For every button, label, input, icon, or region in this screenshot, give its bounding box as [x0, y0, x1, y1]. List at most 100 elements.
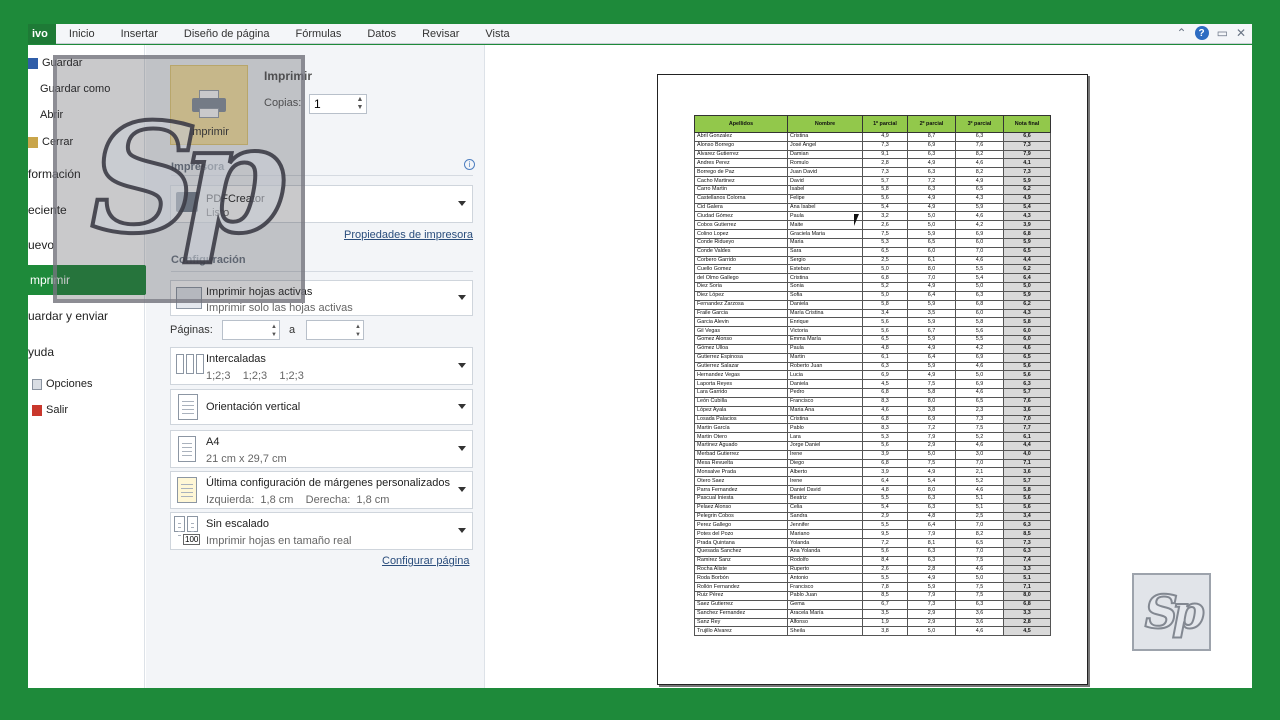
- table-cell: 3,2: [862, 211, 908, 222]
- tab-formulas[interactable]: Fórmulas: [283, 28, 355, 40]
- table-cell: 7,9: [1003, 149, 1051, 160]
- table-cell: 5,2: [955, 432, 1004, 442]
- scaling-icon: 100: [174, 516, 202, 548]
- table-cell: 2,5: [862, 255, 908, 266]
- table-cell: 6,5: [1003, 352, 1051, 363]
- table-cell: Trujillo Alvarez: [694, 626, 788, 637]
- table-cell: 5,6: [1003, 361, 1051, 372]
- table-row: Fraile Garcia María Cristina 3,4 3,5 6,0 4,3: [694, 308, 1051, 319]
- table-cell: José Angel: [787, 140, 863, 151]
- table-cell: Maite: [787, 220, 863, 231]
- table-cell: 5,2: [862, 282, 908, 292]
- nav-ayuda[interactable]: yuda: [28, 345, 54, 359]
- paper-size-dropdown[interactable]: A4 21 cm x 29,7 cm: [170, 430, 473, 468]
- table-cell: 5,9: [907, 361, 956, 372]
- table-cell: 5,9: [955, 202, 1004, 213]
- collate-dropdown[interactable]: Intercaladas 1;2;3 1;2;3 1;2;3: [170, 347, 473, 385]
- tab-archivo[interactable]: ivo: [28, 23, 56, 44]
- table-row: Gil Vegas Victoria 5,6 6,7 5,6 6,0: [694, 326, 1051, 337]
- table-cell: 5,7: [1003, 388, 1051, 398]
- table-cell: 6,8: [1003, 229, 1051, 239]
- collapse-ribbon-icon[interactable]: ⌃: [1177, 26, 1187, 40]
- table-row: Gomez Alonso Emma María 6,5 5,9 5,5 6,0: [694, 335, 1051, 345]
- info-icon[interactable]: i: [464, 159, 475, 170]
- margins-dropdown[interactable]: Última configuración de márgenes persona…: [170, 471, 473, 509]
- copies-spinner[interactable]: ▲ ▼: [353, 94, 367, 114]
- table-cell: 7,3: [1003, 538, 1051, 548]
- table-cell: 5,1: [1003, 573, 1051, 584]
- table-cell: 5,5: [862, 520, 908, 531]
- table-row: López Ayala Maria Ana 4,6 3,8 2,3 3,6: [694, 405, 1051, 416]
- table-cell: 5,4: [862, 202, 908, 213]
- table-cell: 8,0: [907, 485, 956, 495]
- help-icon[interactable]: ?: [1194, 26, 1209, 40]
- table-cell: 5,9: [907, 229, 956, 239]
- table-cell: 5,0: [907, 211, 956, 222]
- table-cell: 6,2: [1003, 184, 1051, 195]
- printer-properties-link[interactable]: Propiedades de impresora: [344, 229, 473, 241]
- table-cell: 6,4: [907, 290, 956, 301]
- table-cell: 7,0: [1003, 414, 1051, 425]
- pages-to-input[interactable]: ▲ ▼: [306, 320, 364, 340]
- table-cell: 4,5: [862, 379, 908, 390]
- table-cell: Mesa Revuelta: [694, 458, 788, 469]
- close-icon[interactable]: ✕: [1236, 26, 1246, 40]
- table-row: Martin Otero Lara 5,3 7,9 5,2 6,1: [694, 432, 1051, 442]
- table-cell: 6,2: [1003, 299, 1051, 310]
- col-parcial-1: 1º parcial: [862, 115, 908, 133]
- tab-inicio[interactable]: Inicio: [56, 28, 108, 40]
- scaling-dropdown[interactable]: 100 Sin escalado Imprimir hojas en tamañ…: [170, 512, 473, 550]
- table-cell: Pelegrin Cobos: [694, 511, 788, 522]
- table-cell: 7,6: [1003, 396, 1051, 407]
- tab-revisar[interactable]: Revisar: [409, 28, 472, 40]
- table-cell: 6,1: [862, 352, 908, 363]
- table-cell: Sandra: [787, 511, 863, 522]
- table-cell: 5,6: [1003, 493, 1051, 504]
- table-cell: 6,3: [955, 290, 1004, 301]
- table-cell: 5,6: [862, 193, 908, 204]
- table-cell: 5,8: [1003, 317, 1051, 328]
- nav-guardar-enviar[interactable]: uardar y enviar: [28, 309, 108, 323]
- page-setup-link[interactable]: Configurar página: [382, 555, 469, 567]
- restore-icon[interactable]: ▭: [1217, 26, 1228, 40]
- collate-icon: [176, 354, 204, 376]
- table-cell: 3,3: [1003, 564, 1051, 575]
- table-cell: Pascual Iniesta: [694, 493, 788, 504]
- table-row: Alonso Borrego José Angel 7,3 6,9 7,6 7,3: [694, 140, 1051, 151]
- orientation-dropdown[interactable]: Orientación vertical: [170, 389, 473, 425]
- table-cell: Pablo: [787, 423, 863, 434]
- table-cell: 3,6: [955, 608, 1004, 619]
- table-cell: 7,9: [907, 591, 956, 601]
- table-cell: 6,4: [907, 352, 956, 363]
- table-cell: Hernandez Vegas: [694, 370, 788, 381]
- tab-diseno-pagina[interactable]: Diseño de página: [171, 28, 283, 40]
- table-cell: 5,0: [907, 220, 956, 231]
- nav-opciones[interactable]: Opciones: [32, 378, 92, 390]
- table-row: Hernandez Vegas Lucia 6,9 4,9 5,0 5,6: [694, 370, 1051, 381]
- table-cell: Esteban: [787, 264, 863, 275]
- chevron-down-icon: [458, 201, 466, 206]
- table-row: Cacho Martinez David 5,7 7,2 4,9 5,9: [694, 176, 1051, 186]
- table-cell: 2,8: [907, 564, 956, 575]
- pages-from-input[interactable]: ▲ ▼: [222, 320, 280, 340]
- nav-salir[interactable]: Salir: [32, 404, 68, 416]
- table-cell: Juan David: [787, 167, 863, 178]
- table-cell: 4,6: [955, 440, 1004, 451]
- table-cell: Diego: [787, 458, 863, 469]
- chevron-down-icon: [458, 528, 466, 533]
- table-cell: 6,0: [1003, 326, 1051, 337]
- nav-nuevo[interactable]: uevo: [28, 238, 54, 252]
- table-row: León Cubilla Francisco 8,3 8,0 6,5 7,6: [694, 396, 1051, 407]
- table-cell: Saez Gutierrez: [694, 599, 788, 610]
- table-cell: Felipe: [787, 193, 863, 204]
- tab-datos[interactable]: Datos: [354, 28, 409, 40]
- tab-vista[interactable]: Vista: [472, 28, 522, 40]
- table-cell: Ramirez Sanz: [694, 555, 788, 566]
- col-nombre: Nombre: [787, 115, 863, 133]
- table-cell: 4,9: [907, 158, 956, 169]
- table-cell: 7,4: [1003, 555, 1051, 566]
- table-row: Abril Gonzalez Cristina 4,9 8,7 6,3 6,6: [694, 132, 1051, 142]
- tab-insertar[interactable]: Insertar: [108, 28, 171, 40]
- table-cell: María Cristina: [787, 308, 863, 319]
- table-row: Colino Lopez Graciela Maria 7,5 5,9 6,9 6,8: [694, 229, 1051, 239]
